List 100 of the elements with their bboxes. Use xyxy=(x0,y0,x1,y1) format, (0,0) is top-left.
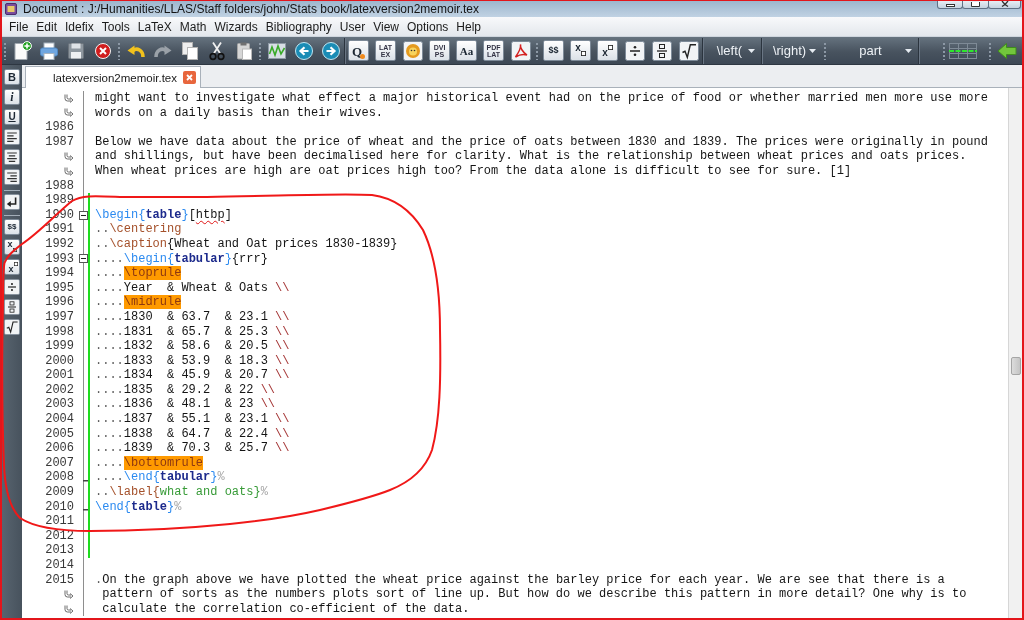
line-number: 1999 xyxy=(45,339,74,354)
superscript-button[interactable]: x xyxy=(597,40,618,61)
line-number: 1988 xyxy=(45,178,74,194)
menu-item[interactable]: File xyxy=(5,17,33,36)
editor-line: ..\centering xyxy=(95,222,182,237)
menu-item[interactable]: Math xyxy=(175,17,211,36)
line-break-button[interactable] xyxy=(4,194,20,210)
box-icon xyxy=(12,248,17,252)
editor-line: ....1839 & 70.3 & 25.7 \\ xyxy=(95,441,290,456)
menu-item[interactable]: Tools xyxy=(97,17,134,36)
dropdown[interactable]: \left( xyxy=(703,38,761,63)
editor-line: ....\midrule xyxy=(95,295,182,310)
line-number: 1989 xyxy=(45,193,74,208)
line-number: 2013 xyxy=(45,543,74,558)
line-number: 2005 xyxy=(45,426,74,442)
wrap-arrow-icon xyxy=(63,152,73,162)
quick-build-button[interactable]: Q xyxy=(348,40,369,61)
line-number: 2012 xyxy=(45,528,74,544)
maximize-button[interactable] xyxy=(962,1,989,9)
zigzag-icon xyxy=(266,40,287,61)
editor-line: Below we have data about the price of wheat and the price of oats between 1830 and 1839. The prices were originally in pound xyxy=(95,134,988,149)
editor-line: \end{table}% xyxy=(95,499,182,514)
menu-item[interactable]: Options xyxy=(403,17,453,36)
editor-line: .On the graph above we have plotted the wheat price against the barley price for each year. We are see that there is a xyxy=(95,572,945,587)
line-number: 2011 xyxy=(45,514,74,529)
square-root-button[interactable] xyxy=(4,319,20,335)
square-root-icon xyxy=(4,319,20,335)
minus-box-icon[interactable] xyxy=(79,210,88,220)
editor-line: ....1836 & 48.1 & 23 \\ xyxy=(95,397,276,412)
close-icon[interactable] xyxy=(183,71,196,84)
editor-tab[interactable]: latexversion2memoir.tex xyxy=(25,66,201,88)
close-icon xyxy=(1000,1,1009,7)
menu-item[interactable]: Idefix xyxy=(61,17,98,36)
line-number: 2004 xyxy=(45,412,74,427)
window-title: Document : J:/Humanities/LLAS/Staff folders/john/Stats book/latexversion2memoir.tex xyxy=(23,1,479,17)
math-mode-button[interactable]: $$ xyxy=(4,219,20,235)
minus-box-icon[interactable] xyxy=(79,254,88,264)
line-number: 2003 xyxy=(45,397,74,413)
menu-item[interactable]: Help xyxy=(452,17,486,36)
pdf-icon xyxy=(510,40,531,61)
align-right-button[interactable] xyxy=(4,169,20,185)
line-number: 1997 xyxy=(45,309,74,325)
left-arrow-icon xyxy=(996,40,1017,61)
fraction-icon xyxy=(4,299,20,315)
editor-line: calculate the correlation co-efficient of the data. xyxy=(102,601,470,616)
line-number: 1994 xyxy=(45,266,74,281)
line-number: 1998 xyxy=(45,324,74,340)
caret-icon xyxy=(905,48,912,53)
dropdown[interactable]: \right) xyxy=(762,38,822,63)
line-number: 2001 xyxy=(45,368,74,383)
bold-button[interactable]: B xyxy=(4,69,20,85)
close-icon xyxy=(92,40,113,61)
wrap-arrow-icon xyxy=(63,590,73,599)
center-button[interactable] xyxy=(4,149,20,165)
box-icon xyxy=(580,51,586,56)
menu-item[interactable]: LaTeX xyxy=(133,17,176,36)
editor-line: ....\bottomrule xyxy=(95,455,204,470)
editor-line: pattern of sorts as the numbers plots sort of line up. But how do we describe this pattern in more detail? One why is to xyxy=(102,587,967,602)
editor-line: words on a daily basis than their wives. xyxy=(95,105,384,120)
line-number: 2006 xyxy=(45,441,74,456)
minimize-button[interactable] xyxy=(937,1,963,9)
scissors-icon xyxy=(206,40,227,61)
menu-item[interactable]: Wizards xyxy=(210,17,262,36)
line-number: 2000 xyxy=(45,353,74,369)
editor-line: ....1834 & 45.9 & 20.7 \\ xyxy=(95,368,290,383)
divide-button[interactable] xyxy=(4,279,20,295)
caret-icon xyxy=(809,48,816,53)
dropdown[interactable]: part xyxy=(828,38,918,63)
wrap-arrow-icon xyxy=(63,93,73,103)
line-number: 2009 xyxy=(45,485,74,500)
align-center-icon xyxy=(4,149,20,165)
editor-line: ....\end{tabular}% xyxy=(95,470,225,485)
box-icon xyxy=(13,262,18,266)
align-right-icon xyxy=(4,169,20,185)
math-mode-button[interactable]: $$ xyxy=(543,40,564,61)
font-button[interactable]: Aa xyxy=(456,40,477,61)
editor-line: ..\label{what and oats}% xyxy=(95,485,268,500)
menu-item[interactable]: View xyxy=(369,17,403,36)
vertical-scrollbar[interactable] xyxy=(1008,88,1022,618)
line-number: 2002 xyxy=(45,382,74,398)
align-left-button[interactable] xyxy=(4,129,20,145)
editor-line: ....1831 & 65.7 & 25.3 \\ xyxy=(95,324,290,339)
scroll-thumb[interactable] xyxy=(1011,357,1021,375)
editor-line: ....Year & Wheat & Oats \\ xyxy=(95,280,290,295)
underline-button[interactable]: U xyxy=(4,109,20,125)
copy-icon xyxy=(179,40,200,61)
italic-button[interactable]: i xyxy=(4,89,20,105)
close-button[interactable] xyxy=(988,1,1021,9)
menu-item[interactable]: Bibliography xyxy=(261,17,336,36)
menu-item[interactable]: User xyxy=(335,17,370,36)
editor-line: ..\caption{Wheat and Oat prices 1830-1839} xyxy=(95,236,398,251)
divide-icon xyxy=(624,40,645,61)
wrap-arrow-icon xyxy=(63,604,73,614)
subscript-button[interactable]: x xyxy=(570,40,591,61)
menu-item[interactable]: Edit xyxy=(32,17,62,36)
line-number: 1987 xyxy=(45,134,74,150)
editor-line: might want to investigate what effect a major historical event had on the price of food or whether married men more use more xyxy=(95,91,988,105)
box-icon xyxy=(607,45,613,50)
line-number: 1995 xyxy=(45,280,74,296)
line-number: 1986 xyxy=(45,120,74,135)
